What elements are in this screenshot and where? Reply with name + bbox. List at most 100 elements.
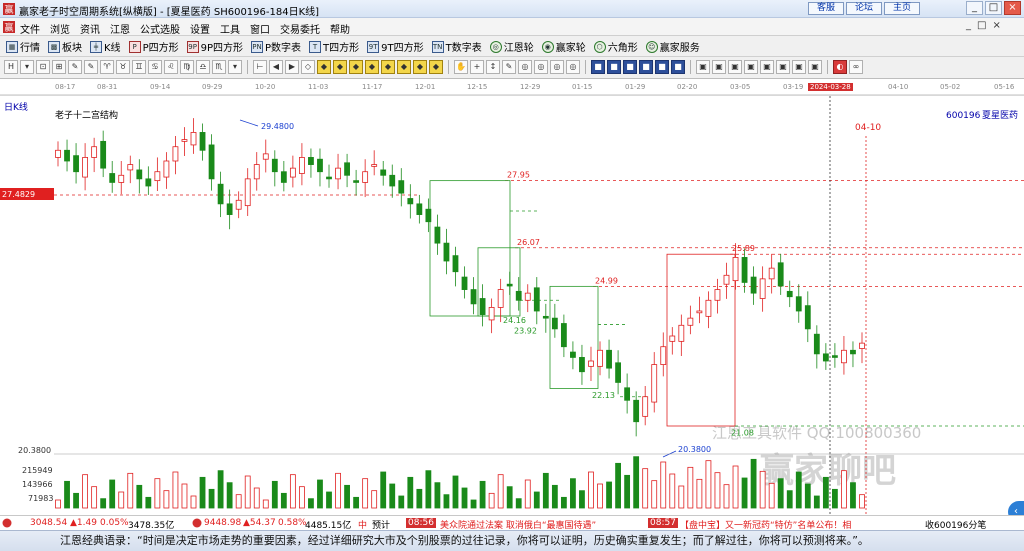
draw-tool-2-7-button[interactable]: ◎ (566, 60, 580, 74)
draw-tool-3-4-button[interactable]: ■ (655, 60, 669, 74)
draw-tool-1-9-button[interactable]: ◆ (397, 60, 411, 74)
draw-tool-1-7-button[interactable]: ◆ (365, 60, 379, 74)
toolbar-p-table[interactable]: PN P数字表 (251, 39, 301, 54)
draw-tool-3-1-button[interactable]: ■ (607, 60, 621, 74)
draw-tool-2-5-button[interactable]: ◎ (534, 60, 548, 74)
draw-tool-3-3-button[interactable]: ■ (639, 60, 653, 74)
candle-body (461, 276, 468, 290)
toolbar-kline[interactable]: ╪ K线 (90, 39, 121, 54)
menu-browse[interactable]: 浏览 (50, 21, 70, 36)
draw-tool-0-12-button[interactable]: ♎ (196, 60, 210, 74)
toolbar-p-square[interactable]: P P四方形 (128, 39, 179, 54)
menu-formula[interactable]: 公式选股 (140, 21, 180, 36)
drawing-toolbar: H ▾ ⊡ ⊞ ✎ ✎ ♈ ♉ ♊ ♋ ♌ ♍ ♎ ♏ ▾ ⊢ ◀ ▶ ◇ ◆ ◆ ◆ ◆ ◆ ◆ ◆ ◆ ✋ + ↕ ✎ ◎ ◎ ◎ ◎ ■ ■ ■ ■ ■… (0, 57, 1024, 79)
draw-tool-4-4-button[interactable]: ▣ (760, 60, 774, 74)
toolbar-service[interactable]: ☺ 赢家服务 (645, 39, 700, 54)
mdi-close-button[interactable]: × (992, 20, 1000, 31)
menu-trade[interactable]: 交易委托 (280, 21, 320, 36)
draw-tool-1-3-button[interactable]: ◇ (301, 60, 315, 74)
candle-body (570, 351, 576, 358)
kline-chart-svg[interactable]: 日K线 老子十二宫结构 600196 夏星医药 27.4829 04-10 20… (0, 96, 1024, 516)
draw-tool-1-11-button[interactable]: ◆ (429, 60, 443, 74)
menu-file[interactable]: 文件 (20, 21, 40, 36)
draw-tool-0-3-button[interactable]: ⊞ (52, 60, 66, 74)
draw-tool-4-0-button[interactable]: ▣ (696, 60, 710, 74)
customer-service-link[interactable]: 客服 (808, 2, 844, 15)
draw-tool-0-8-button[interactable]: ♊ (132, 60, 146, 74)
draw-tool-0-9-button[interactable]: ♋ (148, 60, 162, 74)
draw-tool-0-13-button[interactable]: ♏ (212, 60, 226, 74)
draw-tool-1-1-button[interactable]: ◀ (269, 60, 283, 74)
draw-tool-2-2-button[interactable]: ↕ (486, 60, 500, 74)
draw-tool-2-3-button[interactable]: ✎ (502, 60, 516, 74)
date-tick: 12-15 (467, 83, 488, 91)
draw-tool-0-0-button[interactable]: H (4, 60, 18, 74)
menu-info[interactable]: 资讯 (80, 21, 100, 36)
draw-tool-1-10-button[interactable]: ◆ (413, 60, 427, 74)
draw-tool-0-10-button[interactable]: ♌ (164, 60, 178, 74)
draw-tool-0-1-button[interactable]: ▾ (20, 60, 34, 74)
toolbar-quotes[interactable]: ▦ 行情 (6, 39, 40, 54)
homepage-link[interactable]: 主页 (884, 2, 920, 15)
draw-tool-0-2-button[interactable]: ⊡ (36, 60, 50, 74)
toolbar-sectors[interactable]: ▩ 板块 (48, 39, 82, 54)
menu-settings[interactable]: 设置 (190, 21, 210, 36)
draw-tool-1-4-button[interactable]: ◆ (317, 60, 331, 74)
draw-tool-5-0-button[interactable]: ◐ (833, 60, 847, 74)
toolbar-hexagon[interactable]: ⬡ 六角形 (593, 39, 638, 54)
draw-tool-2-4-button[interactable]: ◎ (518, 60, 532, 74)
mdi-restore-button[interactable]: □ (977, 20, 986, 31)
candle-body (317, 158, 323, 173)
date-tick: 02-20 (677, 83, 698, 91)
toolbar-gann-wheel[interactable]: ◎ 江恩轮 (489, 39, 534, 54)
candle-body (434, 226, 441, 244)
draw-tool-2-0-button[interactable]: ✋ (454, 60, 468, 74)
volume-bar (714, 472, 721, 509)
draw-tool-0-14-button[interactable]: ▾ (228, 60, 242, 74)
mdi-minimize-button[interactable]: _ (966, 20, 971, 31)
kline-chart[interactable]: 日K线 老子十二宫结构 600196 夏星医药 27.4829 04-10 20… (0, 95, 1024, 523)
draw-tool-4-6-button[interactable]: ▣ (792, 60, 806, 74)
draw-tool-4-7-button[interactable]: ▣ (808, 60, 822, 74)
candle-body (786, 290, 793, 298)
volume-bar (317, 479, 323, 509)
pn-icon: PN (251, 40, 263, 53)
menu-help[interactable]: 帮助 (330, 21, 350, 36)
draw-tool-1-6-button[interactable]: ◆ (349, 60, 363, 74)
menu-gann[interactable]: 江恩 (110, 21, 130, 36)
toolbar-t-table[interactable]: TN T数字表 (431, 39, 482, 54)
draw-tool-0-7-button[interactable]: ♉ (116, 60, 130, 74)
draw-tool-4-3-button[interactable]: ▣ (744, 60, 758, 74)
draw-tool-4-5-button[interactable]: ▣ (776, 60, 790, 74)
toolbar-t-square[interactable]: T T四方形 (309, 39, 359, 54)
draw-tool-0-4-button[interactable]: ✎ (68, 60, 82, 74)
volume-bar (389, 483, 396, 509)
draw-tool-3-2-button[interactable]: ■ (623, 60, 637, 74)
toolbar-9t-square[interactable]: 9T 9T四方形 (367, 39, 424, 54)
menu-window[interactable]: 窗口 (250, 21, 270, 36)
toolbar-winner-wheel[interactable]: ◉ 赢家轮 (541, 39, 586, 54)
toolbar-9p-square[interactable]: 9P 9P四方形 (186, 39, 243, 54)
volume-bar (633, 456, 640, 509)
draw-tool-0-11-button[interactable]: ♍ (180, 60, 194, 74)
forum-link[interactable]: 论坛 (846, 2, 882, 15)
menu-tools[interactable]: 工具 (220, 21, 240, 36)
draw-tool-4-1-button[interactable]: ▣ (712, 60, 726, 74)
draw-tool-0-6-button[interactable]: ♈ (100, 60, 114, 74)
draw-tool-0-5-button[interactable]: ✎ (84, 60, 98, 74)
draw-tool-1-8-button[interactable]: ◆ (381, 60, 395, 74)
draw-tool-1-0-button[interactable]: ⊢ (253, 60, 267, 74)
draw-tool-3-0-button[interactable]: ■ (591, 60, 605, 74)
volume-bar (371, 490, 378, 509)
draw-tool-1-5-button[interactable]: ◆ (333, 60, 347, 74)
draw-tool-1-2-button[interactable]: ▶ (285, 60, 299, 74)
draw-tool-2-6-button[interactable]: ◎ (550, 60, 564, 74)
volume-bar (841, 470, 847, 509)
maximize-button[interactable]: □ (985, 1, 1002, 15)
minimize-button[interactable]: _ (966, 1, 983, 15)
draw-tool-2-1-button[interactable]: + (470, 60, 484, 74)
draw-tool-4-2-button[interactable]: ▣ (728, 60, 742, 74)
draw-tool-3-5-button[interactable]: ■ (671, 60, 685, 74)
draw-tool-5-1-button[interactable]: ∞ (849, 60, 863, 74)
close-button[interactable]: × (1004, 1, 1021, 15)
